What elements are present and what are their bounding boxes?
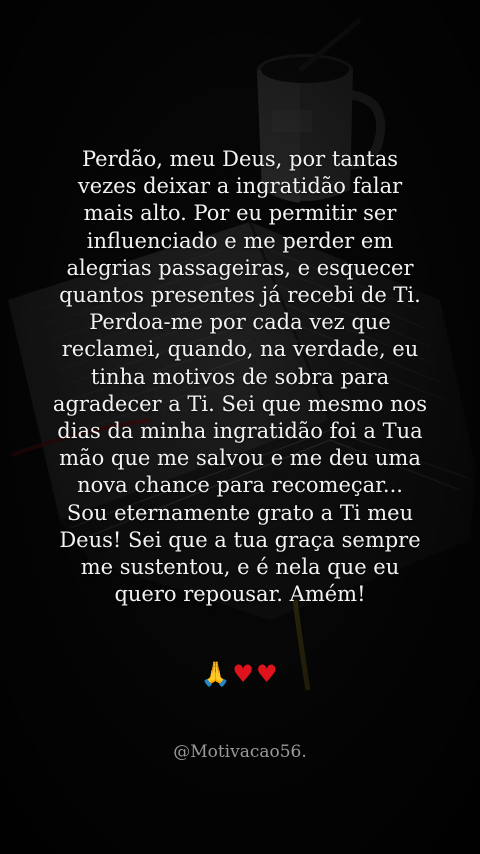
author-handle: @Motivacao56. [173,742,307,762]
post-canvas: Perdão, meu Deus, por tantas vezes deixa… [0,0,480,854]
red-heart-icon: ♥ [232,660,256,688]
prayer-text: Perdão, meu Deus, por tantas vezes deixa… [52,147,428,607]
praying-hands-icon: 🙏 [200,660,233,688]
emoji-row: 🙏♥♥ [0,660,480,688]
red-heart-icon: ♥ [255,660,280,688]
